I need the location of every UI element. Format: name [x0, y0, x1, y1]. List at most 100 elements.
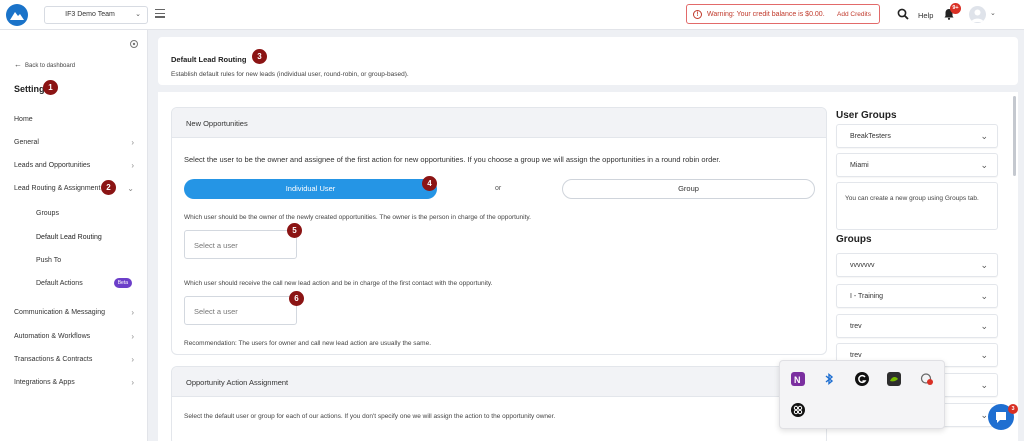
user-group-item[interactable]: Miami ⌄ — [836, 153, 998, 177]
owner-field-label: Which user should be the owner of the ne… — [184, 214, 531, 221]
chevron-down-icon: ⌄ — [980, 160, 988, 170]
beta-badge: Beta — [113, 278, 132, 288]
bluetooth-icon[interactable] — [822, 372, 836, 386]
group-item[interactable]: I - Training ⌄ — [836, 284, 998, 308]
callout-badge: 2 — [101, 180, 116, 195]
sidebar-item-communication[interactable]: Communication & Messaging › — [14, 308, 134, 317]
callout-badge: 4 — [422, 176, 437, 191]
page-title: Default Lead Routing — [171, 55, 247, 64]
sidebar-item-label: Transactions & Contracts — [14, 356, 93, 363]
add-credits-button[interactable]: Add Credits — [837, 11, 871, 18]
call-field-label: Which user should receive the call new l… — [184, 280, 493, 287]
sidebar-item-label: Leads and Opportunities — [14, 162, 91, 169]
onenote-icon[interactable]: N — [791, 372, 805, 386]
recommendation-text: Recommendation: The users for owner and … — [184, 340, 432, 347]
sidebar-item-integrations[interactable]: Integrations & Apps › — [14, 378, 134, 387]
scrollbar[interactable] — [1013, 96, 1016, 176]
callout-badge: 3 — [252, 49, 267, 64]
chevron-down-icon[interactable]: ⌄ — [990, 9, 996, 17]
card-title: New Opportunities — [186, 119, 248, 128]
chevron-down-icon: ⌄ — [980, 291, 988, 301]
user-groups-note-text: You can create a new group using Groups … — [845, 195, 979, 202]
svg-text:N: N — [794, 375, 801, 385]
user-group-item[interactable]: BreakTesters ⌄ — [836, 124, 998, 148]
user-groups-note: You can create a new group using Groups … — [836, 182, 998, 230]
callout-badge: 1 — [43, 80, 58, 95]
group-label: I - Training — [850, 293, 884, 300]
page-header: Default Lead Routing Establish default r… — [158, 37, 1018, 85]
app-logo[interactable] — [6, 4, 28, 26]
sidebar-item-push-to[interactable]: Push To — [36, 257, 134, 264]
sidebar-item-label: Default Actions — [36, 280, 83, 287]
sidebar-item-automation[interactable]: Automation & Workflows › — [14, 332, 134, 341]
sidebar-item-label: Automation & Workflows — [14, 333, 91, 340]
page-description: Establish default rules for new leads (i… — [171, 71, 409, 78]
top-bar: IF3 Demo Team ⌄ ! Warning: Your credit b… — [0, 0, 1024, 30]
group-toggle[interactable]: Group — [562, 179, 815, 199]
new-opportunities-instruction: Select the user to be the owner and assi… — [184, 155, 721, 164]
sidebar-item-default-lead-routing[interactable]: Default Lead Routing — [36, 234, 134, 241]
sidebar-item-lead-routing[interactable]: Lead Routing & Assignment ⌄ — [14, 184, 134, 193]
or-separator: or — [495, 185, 502, 192]
sidebar-item-home[interactable]: Home — [14, 116, 134, 123]
sidebar-item-label: Home — [14, 116, 33, 123]
network-status-icon[interactable] — [920, 372, 934, 386]
search-icon[interactable] — [897, 8, 909, 20]
call-user-select[interactable]: Select a user — [184, 296, 297, 325]
chevron-right-icon: › — [131, 378, 134, 387]
owner-select-placeholder: Select a user — [194, 241, 238, 250]
sidebar-item-label: Push To — [36, 257, 62, 264]
card-title: Opportunity Action Assignment — [186, 378, 289, 387]
chevron-right-icon: › — [131, 161, 134, 170]
team-selector-label: IF3 Demo Team — [65, 11, 115, 18]
action-assignment-card: Opportunity Action Assignment — [171, 366, 827, 441]
chat-unread-badge: 3 — [1008, 404, 1018, 414]
team-selector[interactable]: IF3 Demo Team ⌄ — [44, 6, 148, 24]
sidebar: ← Back to dashboard Settings Home General… — [0, 30, 148, 441]
sidebar-item-transactions[interactable]: Transactions & Contracts › — [14, 355, 134, 364]
chevron-down-icon: ⌄ — [980, 350, 988, 360]
grammarly-icon[interactable] — [855, 372, 869, 386]
menu-toggle-icon[interactable] — [155, 9, 165, 19]
chevron-down-icon: ⌄ — [980, 260, 988, 270]
chevron-down-icon: ⌄ — [980, 321, 988, 331]
chevron-right-icon: › — [131, 308, 134, 317]
credit-warning-banner: ! Warning: Your credit balance is $0.00.… — [686, 4, 880, 24]
owner-user-select[interactable]: Select a user — [184, 230, 297, 259]
chevron-right-icon: › — [131, 332, 134, 341]
action-assignment-description: Select the default user or group for eac… — [184, 413, 556, 420]
user-group-label: BreakTesters — [850, 133, 891, 140]
call-select-placeholder: Select a user — [194, 307, 238, 316]
help-link[interactable]: Help — [918, 11, 933, 20]
sidebar-item-general[interactable]: General › — [14, 138, 134, 147]
sidebar-item-leads[interactable]: Leads and Opportunities › — [14, 161, 134, 170]
back-link-label: Back to dashboard — [25, 63, 76, 69]
group-label: trev — [850, 323, 862, 330]
group-item[interactable]: vvvvvvv ⌄ — [836, 253, 998, 277]
chevron-right-icon: › — [131, 138, 134, 147]
card-header: New Opportunities — [172, 108, 826, 138]
chevron-down-icon: ⌄ — [127, 184, 134, 193]
chevron-down-icon: ⌄ — [980, 410, 988, 420]
app-icon[interactable] — [791, 403, 805, 417]
sidebar-item-label: Default Lead Routing — [36, 234, 102, 241]
callout-badge: 6 — [289, 291, 304, 306]
credit-warning-text: Warning: Your credit balance is $0.00. — [707, 11, 825, 18]
individual-user-toggle[interactable]: Individual User — [184, 179, 437, 199]
group-label: vvvvvvv — [850, 262, 875, 269]
system-tray-popup: N — [779, 360, 945, 429]
sidebar-item-groups[interactable]: Groups — [36, 210, 134, 217]
back-to-dashboard-link[interactable]: ← Back to dashboard — [14, 60, 75, 69]
sidebar-item-default-actions[interactable]: Default Actions Beta — [36, 278, 134, 288]
sidebar-item-label: Integrations & Apps — [14, 379, 75, 386]
arrow-left-icon: ← — [14, 60, 22, 69]
groups-title: Groups — [836, 234, 872, 245]
sidebar-item-label: Lead Routing & Assignment — [14, 185, 101, 192]
settings-search-icon[interactable] — [129, 39, 139, 49]
nvidia-icon[interactable] — [887, 372, 901, 386]
warning-icon: ! — [693, 10, 702, 19]
callout-badge: 5 — [287, 223, 302, 238]
group-label: trev — [850, 352, 862, 359]
avatar[interactable] — [969, 6, 986, 23]
group-item[interactable]: trev ⌄ — [836, 314, 998, 338]
